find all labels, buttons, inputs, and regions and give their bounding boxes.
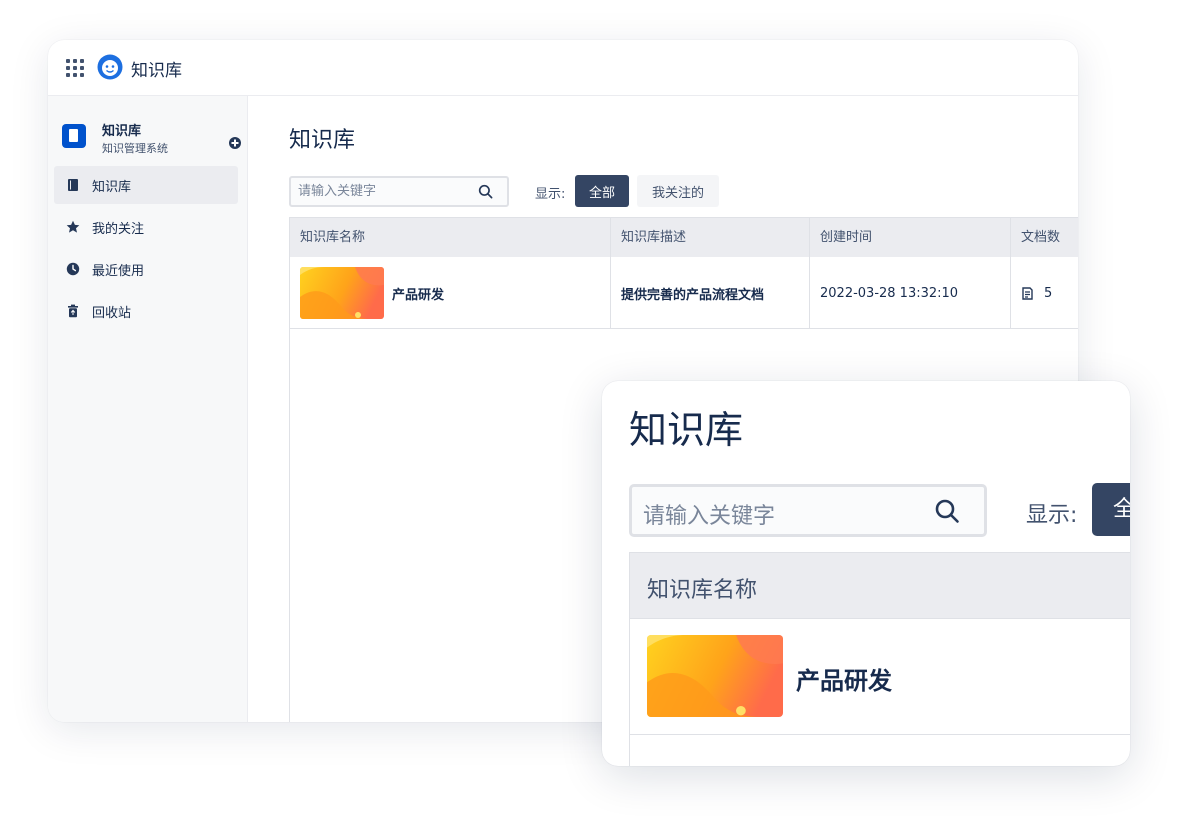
- zoom-table-row[interactable]: 产品研发: [629, 619, 1130, 735]
- filter-label: 显示:: [535, 187, 566, 202]
- space-thumbnail: [300, 267, 384, 319]
- column-header-name[interactable]: 知识库名称: [290, 218, 611, 258]
- cell-name-text[interactable]: 产品研发: [392, 284, 444, 303]
- sidebar: 知识库 知识管理系统 知识库 我的关注 最近使用 回收站: [48, 96, 248, 722]
- zoom-row-name[interactable]: 产品研发: [796, 661, 892, 696]
- search-icon[interactable]: [478, 184, 493, 199]
- sidebar-item-label: 我的关注: [92, 221, 145, 237]
- app-switcher-icon[interactable]: [66, 59, 84, 77]
- filter-all-button[interactable]: 全部: [575, 175, 629, 207]
- sidebar-item-following[interactable]: 我的关注: [54, 208, 238, 246]
- sidebar-item-recent[interactable]: 最近使用: [54, 250, 238, 288]
- clock-icon: [66, 262, 80, 276]
- search-input[interactable]: [291, 178, 461, 205]
- zoom-space-thumbnail: [647, 635, 783, 717]
- column-header-created[interactable]: 创建时间: [810, 218, 1011, 258]
- column-header-docs[interactable]: 文档数: [1011, 218, 1078, 258]
- zoom-filter-label: 显示:: [1026, 503, 1078, 528]
- monkey-logo-icon: [97, 54, 123, 80]
- zoom-table-header: 知识库名称: [629, 552, 1130, 619]
- sidebar-item-label: 知识库: [92, 179, 132, 195]
- star-icon: [66, 220, 80, 233]
- top-bar: 知识库: [48, 40, 1078, 96]
- stage: 知识库 知识库 知识管理系统 知识库 我的关注 最近使用 回收站 知识库 请输入…: [0, 0, 1178, 822]
- zoom-filter-all-button[interactable]: 全: [1092, 483, 1130, 536]
- filter-followed-button[interactable]: 我关注的: [637, 175, 719, 207]
- search-box: [289, 176, 509, 207]
- table-header: 知识库名称 知识库描述 创建时间 文档数: [290, 217, 1078, 258]
- space-header: 知识库 知识管理系统: [62, 118, 241, 160]
- doc-count: 5: [1044, 285, 1053, 301]
- zoom-search-placeholder: 请输入关键字: [643, 504, 776, 529]
- zoom-column-header-name: 知识库名称: [647, 578, 758, 603]
- sidebar-nav: 知识库 我的关注 最近使用 回收站: [54, 166, 238, 334]
- zoom-search-icon[interactable]: [934, 498, 960, 524]
- column-header-description[interactable]: 知识库描述: [611, 218, 810, 258]
- zoom-callout: 知识库 请输入关键字 显示: 全 知识库名称 产品研发: [602, 381, 1130, 766]
- zoom-search-box[interactable]: 请输入关键字: [629, 484, 987, 537]
- cell-description: 提供完善的产品流程文档: [611, 257, 810, 329]
- sidebar-item-trash[interactable]: 回收站: [54, 292, 238, 330]
- space-name: 知识库: [102, 124, 142, 139]
- document-icon: [1022, 286, 1033, 300]
- space-book-icon: [62, 124, 86, 148]
- cell-name[interactable]: 产品研发: [290, 257, 611, 329]
- book-icon: [68, 179, 78, 191]
- sidebar-item-label: 回收站: [92, 305, 132, 321]
- zoom-table-border: [629, 735, 630, 766]
- cell-created: 2022-03-28 13:32:10: [810, 257, 1011, 329]
- trash-icon: [68, 304, 78, 318]
- zoom-page-title: 知识库: [629, 408, 744, 452]
- cell-docs: 5: [1011, 257, 1078, 329]
- page-title: 知识库: [289, 128, 356, 153]
- space-subtitle: 知识管理系统: [102, 142, 168, 155]
- app-title: 知识库: [131, 61, 182, 81]
- table-row[interactable]: 产品研发 提供完善的产品流程文档 2022-03-28 13:32:10 5: [290, 257, 1078, 329]
- sidebar-item-label: 最近使用: [92, 263, 145, 279]
- add-circle-icon[interactable]: [228, 136, 242, 150]
- sidebar-item-knowledge-base[interactable]: 知识库: [54, 166, 238, 204]
